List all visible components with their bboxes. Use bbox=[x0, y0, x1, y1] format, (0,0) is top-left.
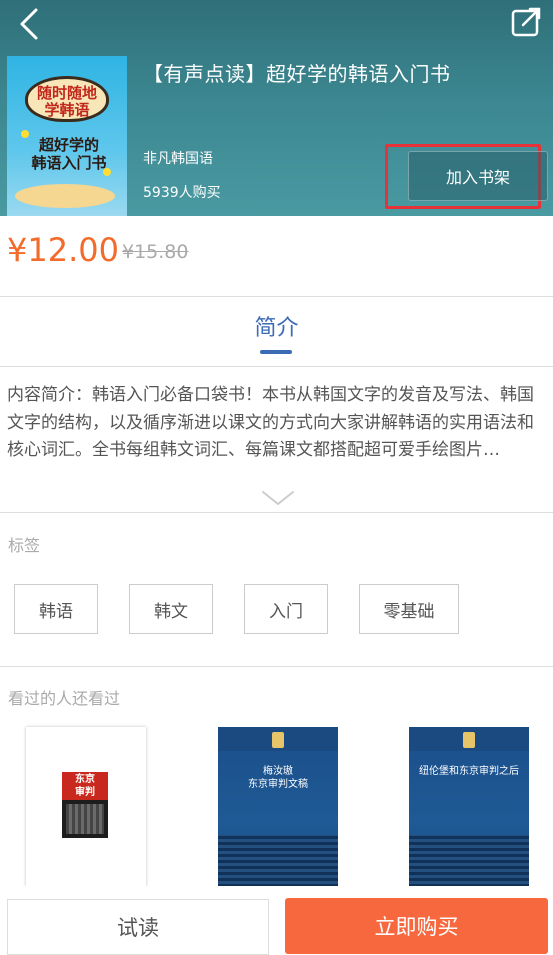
cover-title: 梅汝璈 东京审判文稿 bbox=[248, 766, 308, 790]
book-cover: 东京 审判 bbox=[62, 772, 108, 838]
cover-emblem bbox=[272, 732, 284, 748]
share-external-icon[interactable] bbox=[509, 5, 543, 39]
book-header: 随时随地 学韩语 超好学的 韩语入门书 【有声点读】超好学的韩语入门书 非凡韩国… bbox=[0, 0, 553, 216]
cover-decoration bbox=[103, 168, 111, 176]
recommended-book[interactable]: 东京 审判 bbox=[26, 727, 146, 887]
tag-beginner[interactable]: 入门 bbox=[244, 584, 328, 634]
add-to-shelf-button[interactable]: 加入书架 bbox=[408, 151, 548, 201]
publisher-name[interactable]: 非凡韩国语 bbox=[143, 148, 213, 168]
cover-emblem bbox=[463, 732, 475, 748]
tags-label: 标签 bbox=[8, 536, 41, 555]
tab-indicator bbox=[260, 350, 292, 354]
cover-badge: 随时随地 学韩语 bbox=[25, 76, 109, 122]
highlight-frame: 加入书架 bbox=[385, 144, 548, 209]
chevron-left-icon[interactable] bbox=[10, 4, 50, 44]
book-cover: 随时随地 学韩语 超好学的 韩语入门书 bbox=[7, 56, 127, 216]
tag-zero-basis[interactable]: 零基础 bbox=[359, 584, 459, 634]
cover-title: 东京 审判 bbox=[62, 772, 108, 800]
try-read-button[interactable]: 试读 bbox=[7, 899, 269, 955]
cover-title: 纽伦堡和东京审判之后 bbox=[419, 766, 519, 777]
buyer-count: 5939人购买 bbox=[143, 185, 221, 201]
cover-photo bbox=[218, 835, 338, 887]
cover-illustration bbox=[15, 184, 115, 208]
divider bbox=[0, 512, 553, 513]
book-summary: 内容简介：韩语入门必备口袋书！本书从韩国文字的发音及写法、韩国文字的结构，以及循… bbox=[7, 385, 534, 460]
buy-now-button[interactable]: 立即购买 bbox=[285, 898, 548, 954]
chevron-down-icon[interactable] bbox=[261, 488, 295, 508]
cover-photo bbox=[66, 804, 104, 834]
recommended-label: 看过的人还看过 bbox=[8, 689, 121, 708]
book-title: 【有声点读】超好学的韩语入门书 bbox=[143, 62, 451, 86]
tag-korean-text[interactable]: 韩文 bbox=[129, 584, 213, 634]
recommended-book[interactable]: 梅汝璈 东京审判文稿 bbox=[218, 727, 338, 887]
current-price: ¥12.00 bbox=[7, 231, 119, 269]
tab-intro[interactable]: 简介 bbox=[0, 310, 553, 342]
cover-subtitle: 超好学的 韩语入门书 bbox=[31, 136, 107, 172]
original-price: ¥15.80 bbox=[122, 241, 189, 263]
bottom-action-bar: 试读 立即购买 bbox=[0, 886, 553, 955]
divider bbox=[0, 366, 553, 367]
cover-badge-text: 随时随地 学韩语 bbox=[36, 84, 97, 119]
cover-decoration bbox=[21, 130, 29, 138]
divider bbox=[0, 296, 553, 297]
cover-photo bbox=[409, 835, 529, 887]
recommended-book[interactable]: 纽伦堡和东京审判之后 bbox=[409, 727, 529, 887]
divider bbox=[0, 666, 553, 667]
tag-korean[interactable]: 韩语 bbox=[14, 584, 98, 634]
